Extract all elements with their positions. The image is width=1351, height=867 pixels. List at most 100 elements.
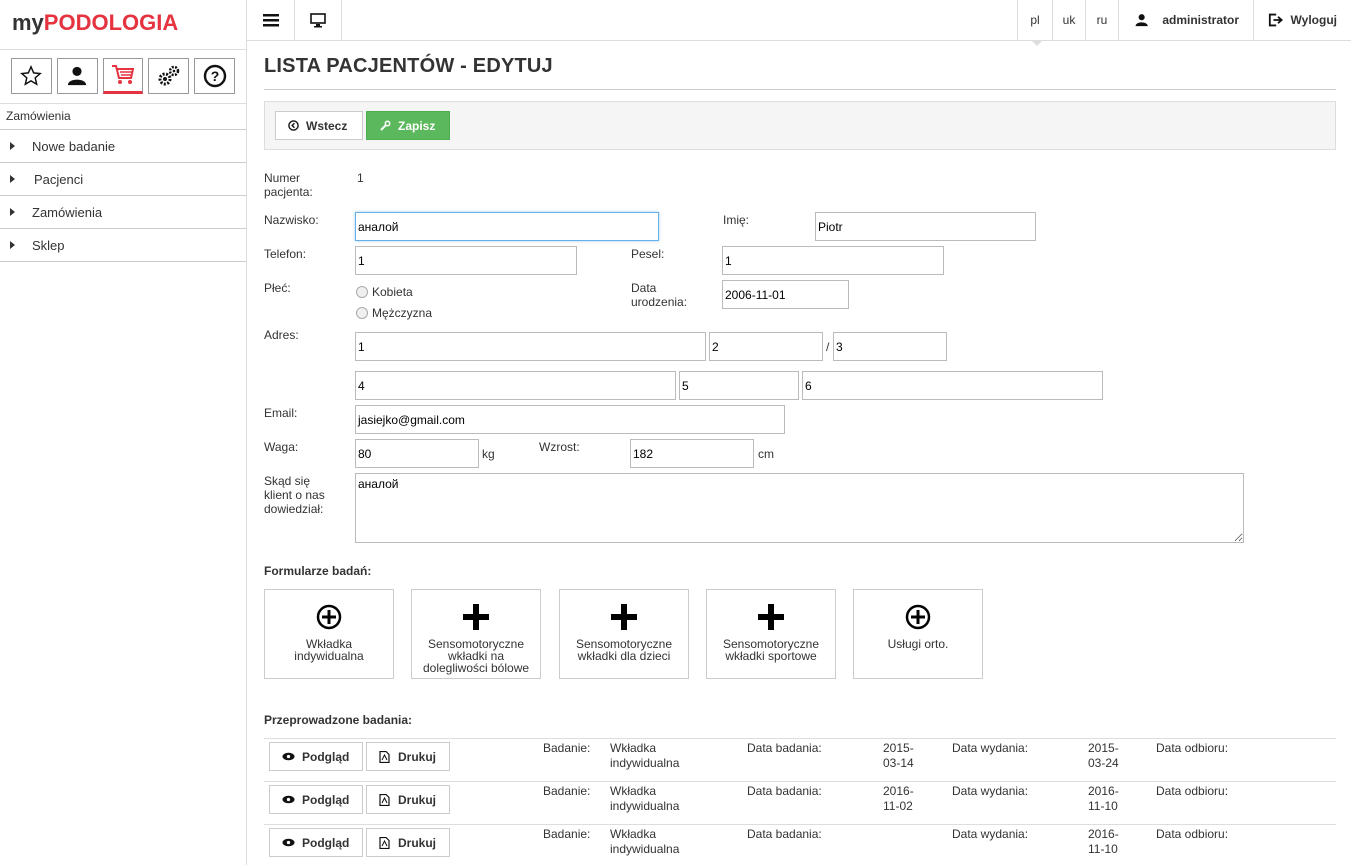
- sidebar-item-orders[interactable]: Zamówienia: [0, 196, 246, 229]
- caret-right-icon: [10, 142, 15, 150]
- form-card-pain-insoles[interactable]: Sensomotoryczne wkładki na dolegliwości bó…: [411, 589, 541, 679]
- preview-label: Podgląd: [302, 792, 350, 807]
- form-card-sport-insoles[interactable]: Sensomotoryczne wkładki sportowe: [706, 589, 836, 679]
- caret-right-icon: [10, 241, 15, 249]
- print-button[interactable]: Drukuj: [366, 742, 450, 771]
- caret-right-icon: [10, 175, 15, 183]
- exam-date-value: 2016- 11-02: [883, 784, 914, 813]
- address-flat-input[interactable]: 3: [833, 332, 947, 361]
- settings-button[interactable]: [148, 58, 190, 94]
- form-card-kids-insoles[interactable]: Sensomotoryczne wkładki dla dzieci: [559, 589, 689, 679]
- pickup-date-label: Data odbioru:: [1156, 741, 1229, 755]
- form-card-individual-insole[interactable]: Wkładka indywidualna: [264, 589, 394, 679]
- plus-icon: [611, 604, 637, 630]
- exam-date-label: Data badania:: [747, 827, 822, 841]
- print-label: Drukuj: [398, 792, 437, 807]
- exam-date-value: 2015- 03-14: [883, 741, 914, 770]
- weight-input[interactable]: 80: [355, 439, 479, 468]
- menu-toggle-button[interactable]: [247, 0, 295, 40]
- email-label: Email:: [264, 406, 298, 420]
- form-card-ortho-services[interactable]: Usługi orto.: [853, 589, 983, 679]
- top-bar-right: pl uk ru administrator Wyloguj: [1017, 0, 1351, 40]
- users-button[interactable]: [56, 58, 98, 94]
- pickup-date-label: Data odbioru:: [1156, 827, 1229, 841]
- phone-input[interactable]: 1: [355, 246, 577, 275]
- print-label: Drukuj: [398, 835, 437, 850]
- back-button[interactable]: Wstecz: [275, 111, 363, 140]
- star-icon: [20, 65, 43, 86]
- user-icon: [1135, 14, 1148, 27]
- sidebar-icon-row: ?: [0, 50, 246, 104]
- print-button[interactable]: Drukuj: [366, 785, 450, 814]
- logout-icon: [1268, 13, 1283, 27]
- hamburger-icon: [262, 14, 279, 27]
- eye-icon: [282, 752, 295, 761]
- display-toggle-button[interactable]: [295, 0, 342, 40]
- logout-button[interactable]: Wyloguj: [1253, 0, 1351, 40]
- dob-input[interactable]: 2006-11-01: [722, 280, 849, 309]
- radio-circle: [356, 307, 368, 319]
- action-toolbar: Wstecz Zapisz: [264, 101, 1336, 150]
- top-bar: pl uk ru administrator Wyloguj: [247, 0, 1351, 41]
- sidebar-item-new-exam[interactable]: Nowe badanie: [0, 130, 246, 163]
- caret-right-icon: [10, 208, 15, 216]
- exam-date-label: Data badania:: [747, 784, 822, 798]
- pesel-input[interactable]: 1: [722, 246, 944, 275]
- monitor-icon: [310, 12, 326, 27]
- source-textarea[interactable]: аналой: [355, 473, 1244, 543]
- address-house-input[interactable]: 2: [709, 332, 823, 361]
- height-input[interactable]: 182: [630, 439, 754, 468]
- surname-label: Nazwisko:: [264, 213, 319, 227]
- sidebar: myPODOLOGIA ? Zamówienia Nowe badanie Pa…: [0, 0, 247, 865]
- print-label: Drukuj: [398, 749, 437, 764]
- address-zip-input[interactable]: 4: [355, 371, 676, 400]
- lang-ru[interactable]: ru: [1085, 0, 1118, 40]
- sidebar-item-patients[interactable]: Pacjenci: [0, 163, 246, 196]
- print-button[interactable]: Drukuj: [366, 828, 450, 857]
- app-logo[interactable]: myPODOLOGIA: [0, 0, 246, 50]
- issue-date-label: Data wydania:: [952, 827, 1029, 841]
- back-circle-icon: [288, 120, 299, 131]
- gender-female-radio[interactable]: Kobieta: [356, 285, 413, 299]
- firstname-input[interactable]: Piotr: [815, 212, 1036, 241]
- lang-pl[interactable]: pl: [1017, 0, 1052, 40]
- card-caption: Sensomotoryczne wkładki sportowe: [722, 637, 820, 663]
- issue-date-label: Data wydania:: [952, 741, 1029, 755]
- forms-section-title: Formularze badań:: [264, 564, 372, 578]
- favorites-button[interactable]: [11, 58, 52, 94]
- pickup-date-label: Data odbioru:: [1156, 784, 1229, 798]
- plus-circle-icon: [905, 604, 931, 630]
- preview-label: Podgląd: [302, 835, 350, 850]
- help-button[interactable]: ?: [194, 58, 235, 94]
- eye-icon: [282, 838, 295, 847]
- issue-date-value: 2016- 11-10: [1088, 784, 1119, 813]
- card-caption: Sensomotoryczne wkładki na dolegliwości bó…: [422, 637, 530, 675]
- address-city-input[interactable]: 5: [679, 371, 799, 400]
- preview-button[interactable]: Podgląd: [269, 742, 363, 771]
- pdf-icon: [379, 750, 390, 763]
- address-street-input[interactable]: 1: [355, 332, 706, 361]
- sidebar-item-shop[interactable]: Sklep: [0, 229, 246, 262]
- email-input[interactable]: jasiejko@gmail.com: [355, 405, 785, 434]
- sidebar-item-label: Pacjenci: [34, 171, 84, 187]
- plus-circle-icon: [316, 604, 342, 630]
- gears-icon: [158, 65, 180, 86]
- preview-button[interactable]: Podgląd: [269, 828, 363, 857]
- exam-type-label: Badanie:: [543, 784, 591, 798]
- gender-male-radio[interactable]: Mężczyzna: [356, 306, 432, 320]
- lang-uk[interactable]: uk: [1052, 0, 1085, 40]
- address-country-input[interactable]: 6: [802, 371, 1103, 400]
- sidebar-item-label: Nowe badanie: [32, 138, 116, 154]
- save-label: Zapisz: [398, 118, 436, 133]
- save-button[interactable]: Zapisz: [366, 111, 450, 140]
- surname-input[interactable]: аналой: [355, 212, 659, 241]
- user-menu[interactable]: administrator: [1118, 0, 1253, 40]
- pdf-icon: [379, 836, 390, 849]
- address-separator: /: [826, 340, 830, 354]
- svg-text:?: ?: [210, 68, 219, 84]
- card-caption: Sensomotoryczne wkładki dla dzieci: [575, 637, 673, 663]
- orders-button[interactable]: [102, 58, 144, 94]
- preview-button[interactable]: Podgląd: [269, 785, 363, 814]
- issue-date-value: 2015- 03-24: [1088, 741, 1119, 770]
- back-label: Wstecz: [306, 118, 348, 133]
